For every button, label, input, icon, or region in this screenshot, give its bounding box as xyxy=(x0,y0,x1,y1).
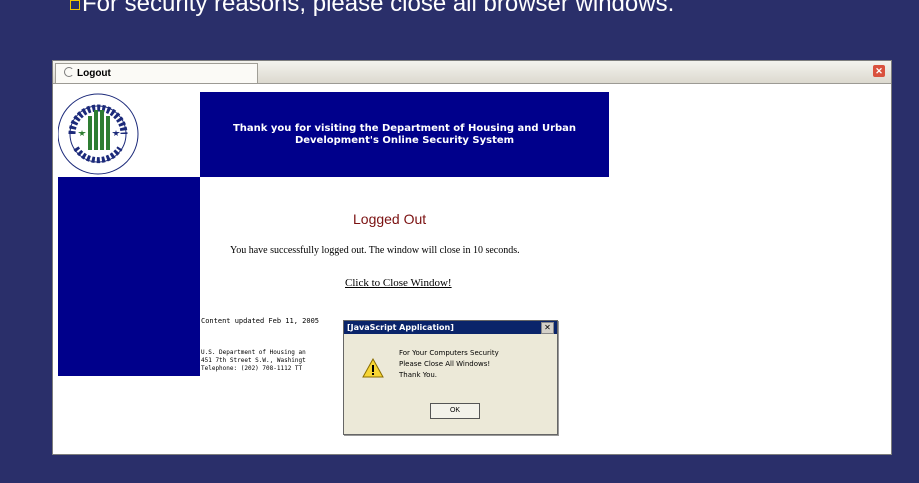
hud-seal-icon xyxy=(57,93,139,175)
alert-line-1: For Your Computers Security xyxy=(399,349,499,357)
side-banner xyxy=(58,177,200,376)
close-window-link[interactable]: Click to Close Window! xyxy=(345,277,452,289)
tab-logout[interactable]: Logout xyxy=(55,63,258,83)
address-block: U.S. Department of Housing an 451 7th St… xyxy=(201,349,306,372)
page-content: Thank you for visiting the Department of… xyxy=(53,84,891,454)
alert-titlebar: [JavaScript Application] ✕ xyxy=(344,321,557,334)
header-banner: Thank you for visiting the Department of… xyxy=(200,92,609,177)
header-text: Thank you for visiting the Department of… xyxy=(232,122,577,146)
alert-close-icon[interactable]: ✕ xyxy=(541,322,554,334)
close-tab-icon[interactable]: ✕ xyxy=(873,65,885,77)
page-title: Logged Out xyxy=(353,211,427,227)
alert-line-2: Please Close All Windows! xyxy=(399,360,491,368)
warning-icon xyxy=(362,358,384,378)
bullet-icon xyxy=(70,0,80,10)
content-updated: Content updated Feb 11, 2005 xyxy=(201,317,320,325)
alert-dialog: [JavaScript Application] ✕ For Your Comp… xyxy=(343,320,558,435)
logout-message: You have successfully logged out. The wi… xyxy=(230,245,520,256)
tab-bar: Logout ✕ xyxy=(53,61,891,84)
alert-message: For Your Computers Security Please Close… xyxy=(399,348,499,381)
hud-logo xyxy=(57,92,198,177)
ok-button[interactable]: OK xyxy=(430,403,480,419)
browser-window: Logout ✕ Thank you for visiting the Depa… xyxy=(52,60,892,455)
loading-icon xyxy=(64,67,74,77)
slide-bullet: For security reasons, please close all b… xyxy=(70,0,674,18)
alert-line-3: Thank You. xyxy=(399,371,438,379)
tab-title: Logout xyxy=(77,68,111,79)
slide-bullet-text: For security reasons, please close all b… xyxy=(82,0,675,17)
alert-title: [JavaScript Application] xyxy=(347,323,454,332)
